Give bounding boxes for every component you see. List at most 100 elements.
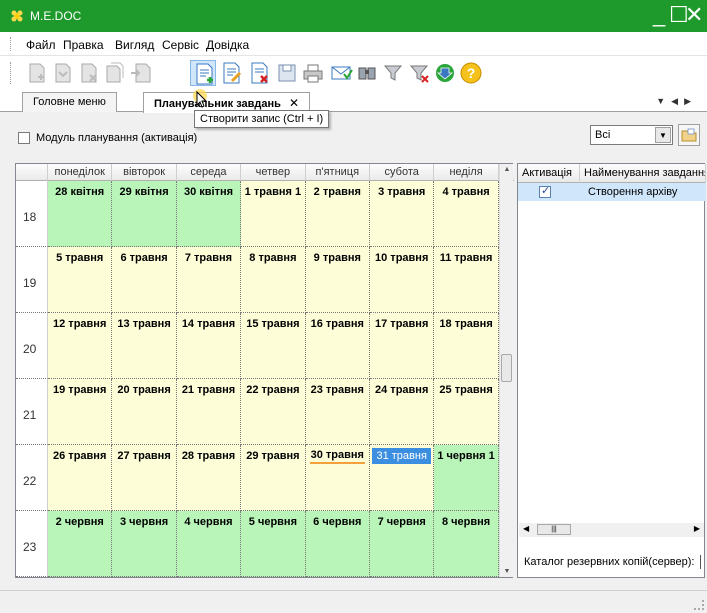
- calendar-day-cell[interactable]: 14 травня: [176, 313, 242, 379]
- filter-icon[interactable]: [380, 60, 406, 86]
- calendar-day-label: 6 травня: [120, 252, 168, 264]
- module-activation[interactable]: Модуль планування (активація): [18, 132, 197, 145]
- calendar-day-cell[interactable]: 4 травня: [434, 181, 499, 247]
- delete-record-icon[interactable]: [246, 60, 272, 86]
- calendar-day-cell[interactable]: 30 травня: [305, 445, 370, 511]
- task-row[interactable]: Створення архіву: [518, 183, 706, 201]
- clear-filter-icon[interactable]: [406, 60, 432, 86]
- calendar-day-cell[interactable]: 29 травня: [241, 445, 306, 511]
- calendar-day-cell[interactable]: 26 травня: [48, 445, 113, 511]
- scroll-up-icon[interactable]: ▲: [500, 166, 514, 173]
- tab-list-dropdown-icon[interactable]: ▼: [656, 96, 671, 106]
- print-icon[interactable]: [300, 60, 326, 86]
- find-icon[interactable]: [354, 60, 380, 86]
- calendar-day-cell[interactable]: 6 травня: [112, 247, 177, 313]
- edit-record-icon[interactable]: [218, 60, 244, 86]
- calendar-day-cell[interactable]: 5 травня: [48, 247, 113, 313]
- open-document-icon[interactable]: [50, 60, 76, 86]
- open-folder-button[interactable]: [678, 124, 700, 146]
- calendar-day-cell[interactable]: 4 червня: [176, 511, 242, 577]
- hscroll-thumb[interactable]: |||: [537, 524, 571, 535]
- calendar-day-cell[interactable]: 8 червня: [434, 511, 499, 577]
- chevron-down-icon[interactable]: ▼: [655, 127, 671, 143]
- create-record-icon[interactable]: [190, 60, 216, 86]
- calendar-day-cell[interactable]: 15 травня: [241, 313, 306, 379]
- export-document-icon[interactable]: [128, 60, 154, 86]
- delete-document-icon[interactable]: [76, 60, 102, 86]
- calendar-scrollbar[interactable]: ▲ ▼: [499, 164, 513, 577]
- week-number-label: 20: [23, 342, 37, 356]
- update-icon[interactable]: [432, 60, 458, 86]
- calendar-day-cell[interactable]: 8 травня: [241, 247, 306, 313]
- menu-file[interactable]: Файл: [26, 38, 56, 52]
- calendar-day-cell[interactable]: 1 травня 1: [241, 181, 306, 247]
- calendar-day-cell[interactable]: 7 червня: [370, 511, 435, 577]
- save-icon[interactable]: [274, 60, 300, 86]
- calendar-day-cell[interactable]: 5 червня: [241, 511, 306, 577]
- calendar-day-cell[interactable]: 1 червня 1: [434, 445, 499, 511]
- menu-service[interactable]: Сервіс: [162, 38, 199, 52]
- week-number: 18: [16, 181, 48, 247]
- scroll-right-icon[interactable]: ▶: [694, 524, 700, 533]
- column-task-name[interactable]: Найменування завдання: [580, 164, 706, 183]
- copy-document-icon[interactable]: [102, 60, 128, 86]
- scroll-thumb[interactable]: [501, 354, 512, 382]
- calendar-day-cell[interactable]: 12 травня: [48, 313, 113, 379]
- menu-view[interactable]: Вигляд: [115, 38, 154, 52]
- calendar-day-cell[interactable]: 23 травня: [305, 379, 370, 445]
- calendar-day-cell[interactable]: 3 травня: [370, 181, 435, 247]
- calendar-day-label: 28 квітня: [55, 186, 105, 198]
- calendar-day-cell[interactable]: 11 травня: [434, 247, 499, 313]
- menu-edit[interactable]: Правка: [63, 38, 104, 52]
- calendar-day-cell[interactable]: 6 червня: [305, 511, 370, 577]
- calendar-day-label: 26 травня: [53, 450, 107, 462]
- calendar-day-cell[interactable]: 13 травня: [112, 313, 177, 379]
- calendar-day-cell[interactable]: 29 квітня: [112, 181, 177, 247]
- calendar-day-cell[interactable]: 16 травня: [305, 313, 370, 379]
- resize-grip-icon[interactable]: [694, 600, 704, 610]
- task-active-checkbox[interactable]: [539, 184, 551, 199]
- tab-prev-icon[interactable]: ◀: [671, 96, 684, 106]
- calendar-day-cell[interactable]: 22 травня: [241, 379, 306, 445]
- calendar-day-cell[interactable]: 2 травня: [305, 181, 370, 247]
- calendar-day-cell[interactable]: 25 травня: [434, 379, 499, 445]
- tab-main-menu[interactable]: Головне меню: [22, 92, 117, 112]
- calendar-day-cell[interactable]: 31 травня: [370, 445, 435, 511]
- menu-help[interactable]: Довідка: [206, 38, 249, 52]
- day-header: понеділок: [48, 164, 113, 181]
- scroll-left-icon[interactable]: ◀: [523, 524, 529, 533]
- task-list-hscrollbar[interactable]: ◀ ||| ▶: [519, 523, 704, 537]
- send-mail-icon[interactable]: [328, 60, 354, 86]
- scroll-down-icon[interactable]: ▼: [500, 568, 514, 575]
- calendar-day-cell[interactable]: 17 травня: [370, 313, 435, 379]
- calendar-day-cell[interactable]: 9 травня: [305, 247, 370, 313]
- calendar-day-cell[interactable]: 20 травня: [112, 379, 177, 445]
- calendar-day-label: 16 травня: [310, 318, 364, 330]
- help-icon[interactable]: ?: [458, 60, 484, 86]
- calendar-day-cell[interactable]: 2 червня: [48, 511, 113, 577]
- column-activation[interactable]: Активація: [518, 164, 580, 183]
- calendar-day-cell[interactable]: 7 травня: [176, 247, 242, 313]
- status-bar: [0, 590, 707, 613]
- calendar-day-cell[interactable]: 28 травня: [176, 445, 242, 511]
- calendar-day-label: 4 червня: [184, 516, 233, 528]
- calendar-day-cell[interactable]: 19 травня: [48, 379, 113, 445]
- add-document-icon[interactable]: [24, 60, 50, 86]
- calendar-day-cell[interactable]: 21 травня: [176, 379, 242, 445]
- minimize-button[interactable]: _: [653, 2, 669, 28]
- close-tab-icon[interactable]: ✕: [289, 96, 299, 110]
- calendar-day-cell[interactable]: 10 травня: [370, 247, 435, 313]
- calendar-day-cell[interactable]: 3 червня: [112, 511, 177, 577]
- maximize-button[interactable]: ☐: [669, 2, 689, 28]
- calendar-day-cell[interactable]: 27 травня: [112, 445, 177, 511]
- module-activation-checkbox[interactable]: [18, 132, 30, 145]
- tab-next-icon[interactable]: ▶: [684, 96, 697, 106]
- calendar-day-cell[interactable]: 24 травня: [370, 379, 435, 445]
- calendar-day-cell[interactable]: 18 травня: [434, 313, 499, 379]
- calendar-day-cell[interactable]: 30 квітня: [176, 181, 242, 247]
- calendar-day-cell[interactable]: 28 квітня: [48, 181, 113, 247]
- filter-select[interactable]: Всі ▼: [590, 125, 673, 145]
- calendar-day-label: 1 червня 1: [437, 450, 495, 462]
- calendar-day-label: 1 травня 1: [244, 186, 302, 198]
- close-window-button[interactable]: ✕: [685, 2, 703, 28]
